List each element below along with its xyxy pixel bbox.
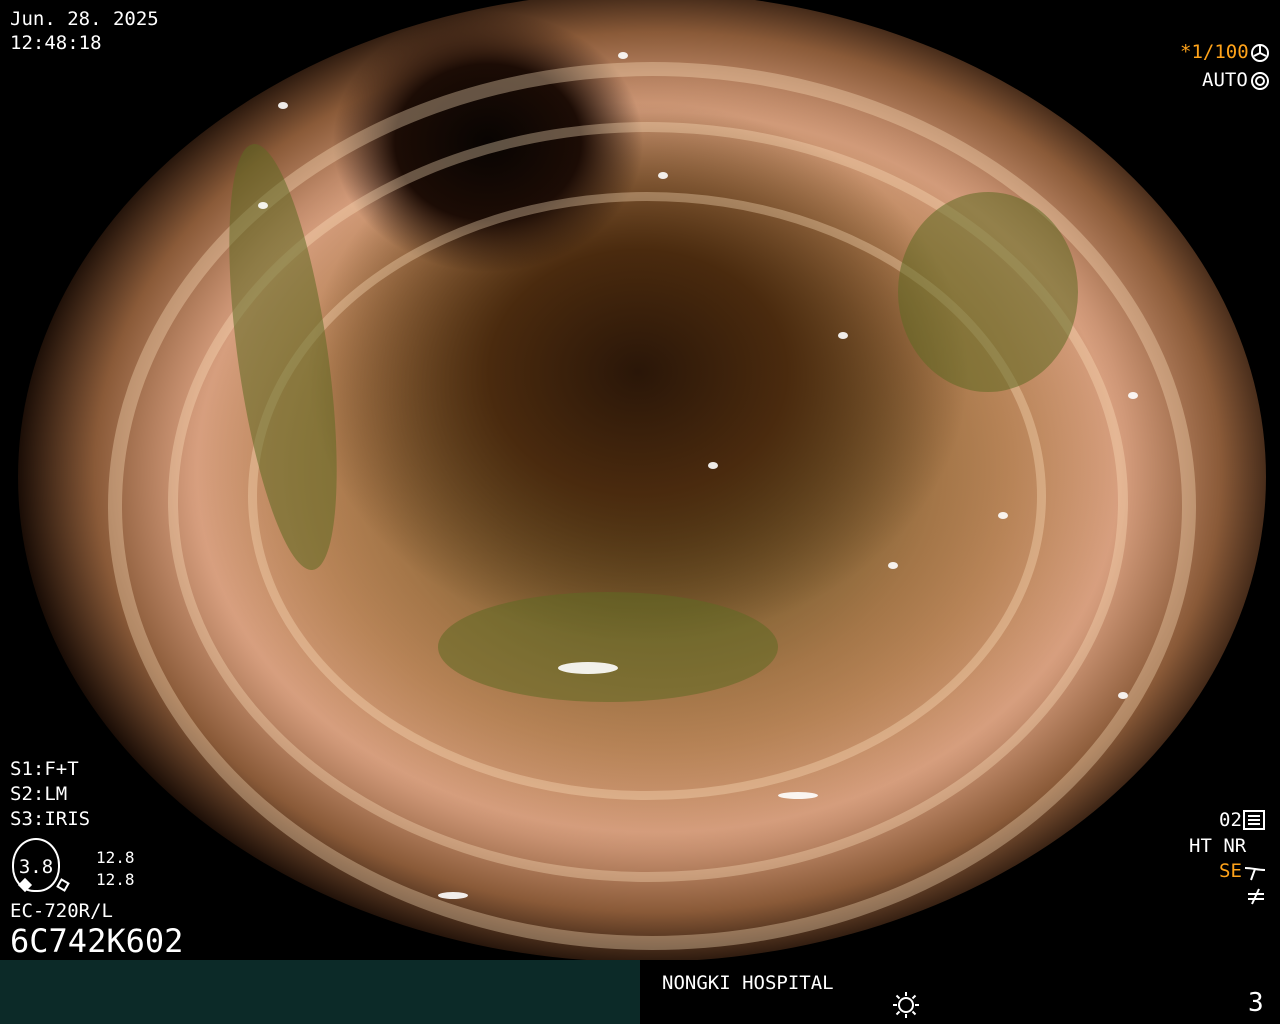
bottom-info-bar [0, 960, 640, 1024]
setting-s3: S3:IRIS [10, 808, 91, 830]
zoom-reading-2: 12.8 [96, 870, 135, 889]
preset-label: 02 [1219, 809, 1242, 831]
light-reflection [278, 102, 288, 109]
iris-mode-label: AUTO [1202, 69, 1248, 91]
enhancement-label: HT NR [1189, 835, 1247, 857]
fan-icon [1251, 44, 1269, 62]
residue-patch [438, 592, 778, 702]
settings-sliders-icon [1243, 810, 1265, 830]
light-reflection [1128, 392, 1138, 399]
light-reflection [658, 172, 668, 179]
light-reflection [558, 662, 618, 674]
serial-number: 6C742K602 [10, 922, 184, 960]
light-reflection [998, 512, 1008, 519]
gauge-box-icon [56, 878, 70, 892]
endoscopic-view [18, 0, 1266, 962]
light-reflection [708, 462, 718, 469]
light-reflection [618, 52, 628, 59]
aperture-icon [1251, 72, 1269, 90]
residue-patch [898, 192, 1078, 392]
setting-s2: S2:LM [10, 783, 68, 805]
zoom-value: 3.8 [18, 856, 54, 878]
time-label: 12:48:18 [10, 32, 102, 54]
hospital-name: NONGKI HOSPITAL [662, 972, 834, 994]
light-source-icon [893, 992, 919, 1018]
se-curve-icon [1244, 867, 1266, 881]
not-equal-icon [1248, 888, 1264, 905]
zoom-reading-1: 12.8 [96, 848, 135, 867]
light-reflection [838, 332, 848, 339]
setting-s1: S1:F+T [10, 758, 79, 780]
light-reflection [438, 892, 468, 899]
date-label: Jun. 28. 2025 [10, 8, 159, 30]
light-reflection [888, 562, 898, 569]
light-reflection [258, 202, 268, 209]
se-label: SE [1219, 860, 1242, 882]
light-reflection [1118, 692, 1128, 699]
shutter-label: *1/100 [1180, 41, 1249, 63]
page-number: 3 [1248, 988, 1264, 1018]
light-reflection [778, 792, 818, 799]
scope-model: EC-720R/L [10, 900, 113, 922]
